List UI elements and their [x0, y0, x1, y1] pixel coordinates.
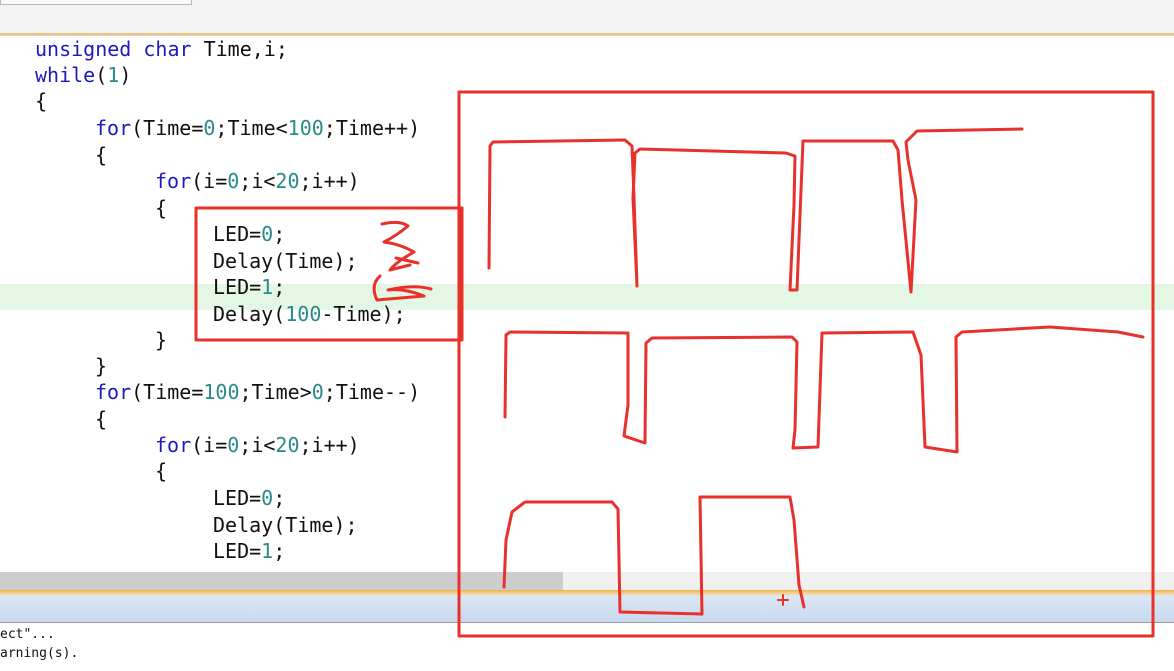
- code-keyword: for: [95, 380, 132, 404]
- code-number: 0: [227, 433, 240, 457]
- code-text: (: [95, 63, 108, 87]
- editor-tab[interactable]: [0, 0, 192, 5]
- code-number: 0: [227, 169, 240, 193]
- code-number: 100: [287, 116, 324, 140]
- pane-splitter[interactable]: [0, 590, 1174, 622]
- code-text: ;: [273, 275, 286, 299]
- code-line-6: for(i=0;i<20;i++): [155, 168, 360, 194]
- code-keyword: while: [35, 63, 96, 87]
- code-line-10: LED=1;: [213, 274, 285, 300]
- code-text: {: [35, 89, 48, 113]
- code-line-4: for(Time=0;Time<100;Time++): [95, 115, 420, 141]
- code-text: (i=: [191, 433, 228, 457]
- code-line-2: while(1): [35, 62, 131, 88]
- build-output-panel: ect"... arning(s).: [0, 622, 1174, 671]
- code-text: (Time=: [131, 380, 204, 404]
- horizontal-scrollbar-thumb[interactable]: [0, 572, 563, 590]
- code-number: 20: [275, 433, 300, 457]
- code-line-11: Delay(100-Time);: [213, 301, 406, 327]
- code-text: ;i<: [239, 169, 276, 193]
- code-editor[interactable]: unsigned char Time,i; while(1){for(Time=0…: [0, 36, 1174, 572]
- code-text: Delay(Time);: [213, 249, 358, 273]
- editor-tab-bar: [0, 0, 1174, 36]
- code-text: ;Time>: [239, 380, 312, 404]
- output-line-2: arning(s).: [0, 646, 79, 661]
- code-line-7: {: [155, 195, 167, 221]
- code-number: 0: [203, 116, 216, 140]
- output-line-1: ect"...: [0, 627, 55, 642]
- code-number: 1: [107, 63, 120, 87]
- current-line-highlight: [0, 284, 1174, 310]
- code-text: -Time);: [321, 302, 406, 326]
- code-number: 0: [261, 222, 274, 246]
- code-line-20: LED=1;: [213, 538, 285, 564]
- code-text: Time,i;: [191, 37, 288, 61]
- code-number: 0: [261, 486, 274, 510]
- code-number: 100: [285, 302, 322, 326]
- code-text: ;i++): [299, 169, 360, 193]
- code-text: {: [95, 143, 108, 167]
- code-line-15: {: [95, 406, 107, 432]
- code-text: {: [155, 459, 168, 483]
- code-line-14: for(Time=100;Time>0;Time--): [95, 379, 420, 405]
- code-text: LED=: [213, 275, 262, 299]
- code-line-16: for(i=0;i<20;i++): [155, 432, 360, 458]
- code-text: Delay(Time);: [213, 513, 358, 537]
- code-line-12: }: [155, 327, 167, 353]
- code-text: ;Time<: [215, 116, 288, 140]
- code-text: ;Time++): [323, 116, 421, 140]
- code-text: (Time=: [131, 116, 204, 140]
- code-text: }: [95, 354, 108, 378]
- code-text: ;: [273, 539, 286, 563]
- code-text: {: [95, 407, 108, 431]
- code-text: LED=: [213, 222, 262, 246]
- code-keyword: for: [155, 169, 192, 193]
- code-line-18: LED=0;: [213, 485, 285, 511]
- code-text: Delay(: [213, 302, 286, 326]
- code-text: LED=: [213, 486, 262, 510]
- code-keyword: unsigned char: [35, 37, 192, 61]
- code-line-8: LED=0;: [213, 221, 285, 247]
- code-text: ;i++): [299, 433, 360, 457]
- code-number: 1: [261, 539, 274, 563]
- code-text: {: [155, 196, 168, 220]
- code-line-1: unsigned char Time,i;: [35, 36, 288, 62]
- code-number: 100: [203, 380, 240, 404]
- code-number: 20: [275, 169, 300, 193]
- code-text: LED=: [213, 539, 262, 563]
- code-text: ;Time--): [323, 380, 421, 404]
- code-line-13: }: [95, 353, 107, 379]
- code-text: ;: [273, 486, 286, 510]
- code-keyword: for: [95, 116, 132, 140]
- code-line-5: {: [95, 142, 107, 168]
- code-keyword: for: [155, 433, 192, 457]
- code-text: ;: [273, 222, 286, 246]
- code-line-19: Delay(Time);: [213, 512, 358, 538]
- code-line-17: {: [155, 458, 167, 484]
- code-text: }: [155, 328, 168, 352]
- code-text: ): [119, 63, 132, 87]
- code-number: 1: [261, 275, 274, 299]
- code-number: 0: [311, 380, 324, 404]
- code-text: (i=: [191, 169, 228, 193]
- code-line-3: {: [35, 88, 47, 114]
- code-line-9: Delay(Time);: [213, 248, 358, 274]
- code-text: ;i<: [239, 433, 276, 457]
